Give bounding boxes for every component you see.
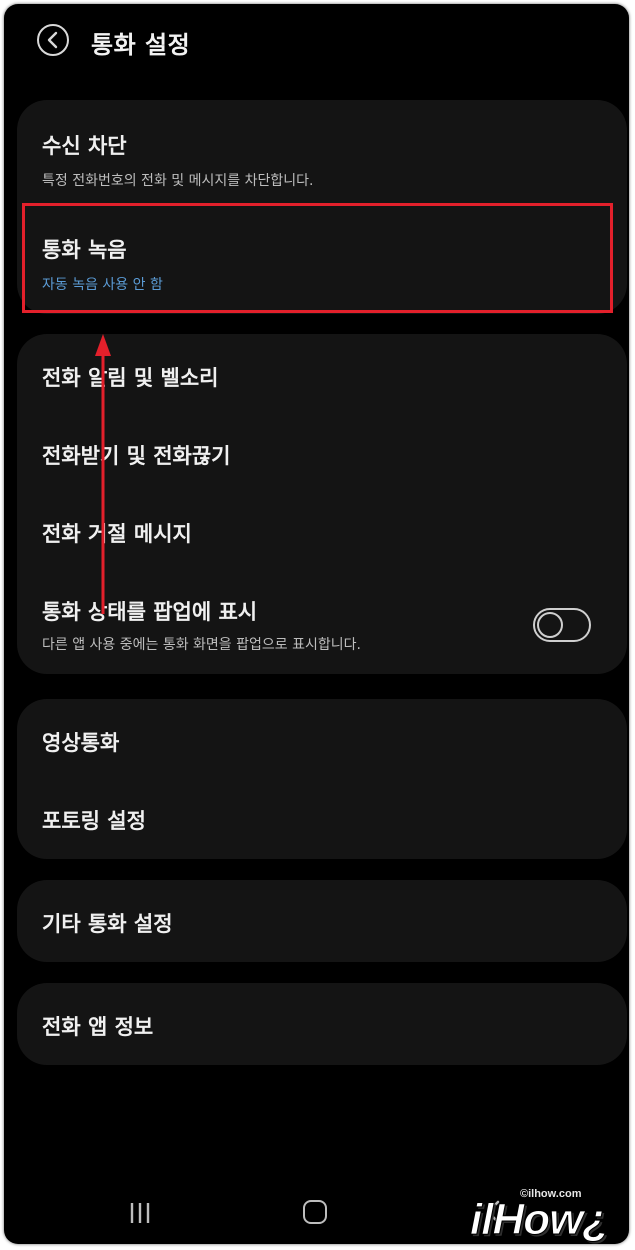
call-popup-item[interactable]: 통화 상태를 팝업에 표시 다른 앱 사용 중에는 통화 화면을 팝업으로 표시… <box>42 596 537 654</box>
photo-ring-item[interactable]: 포토링 설정 <box>42 805 607 835</box>
call-alert-ringtone-item[interactable]: 전화 알림 및 벨소리 <box>42 362 607 392</box>
settings-group-other: 기타 통화 설정 <box>17 880 627 962</box>
settings-group-about: 전화 앱 정보 <box>17 983 627 1065</box>
app-header: 통화 설정 <box>4 4 629 84</box>
call-alert-ringtone-title: 전화 알림 및 벨소리 <box>42 366 219 390</box>
phone-screen: 통화 설정 수신 차단 특정 전화번호의 전화 및 메시지를 차단합니다. 통화… <box>4 4 629 1244</box>
back-arrow-icon <box>47 31 58 49</box>
page-title: 통화 설정 <box>91 31 191 59</box>
other-call-settings-item[interactable]: 기타 통화 설정 <box>42 908 607 938</box>
photo-ring-title: 포토링 설정 <box>42 809 146 833</box>
call-blocking-item[interactable]: 수신 차단 특정 전화번호의 전화 및 메시지를 차단합니다. <box>42 130 607 190</box>
call-blocking-title: 수신 차단 <box>42 134 127 158</box>
settings-group-video: 영상통화 포토링 설정 <box>17 699 627 859</box>
watermark-brand: ilHow¿ <box>469 1195 609 1244</box>
call-popup-toggle[interactable] <box>533 608 591 642</box>
other-call-settings-title: 기타 통화 설정 <box>42 912 173 936</box>
video-call-item[interactable]: 영상통화 <box>42 727 607 757</box>
decline-messages-title: 전화 거절 메시지 <box>42 522 192 546</box>
call-blocking-subtitle: 특정 전화번호의 전화 및 메시지를 차단합니다. <box>42 173 314 189</box>
toggle-knob <box>537 612 563 638</box>
home-icon[interactable] <box>303 1200 327 1224</box>
annotation-arrow-icon <box>95 334 111 614</box>
about-phone-app-item[interactable]: 전화 앱 정보 <box>42 1011 607 1041</box>
watermark-logo: ©ilhow.com ilHow¿ <box>469 1188 629 1244</box>
recent-apps-icon[interactable] <box>128 1202 152 1224</box>
call-recording-highlight-box <box>22 203 613 313</box>
about-phone-app-title: 전화 앱 정보 <box>42 1015 154 1039</box>
decline-messages-item[interactable]: 전화 거절 메시지 <box>42 518 607 548</box>
call-popup-title: 통화 상태를 팝업에 표시 <box>42 600 258 624</box>
answer-end-calls-title: 전화받기 및 전화끊기 <box>42 444 231 468</box>
video-call-title: 영상통화 <box>42 731 120 755</box>
back-button[interactable] <box>37 24 69 56</box>
answer-end-calls-item[interactable]: 전화받기 및 전화끊기 <box>42 440 607 470</box>
call-popup-subtitle: 다른 앱 사용 중에는 통화 화면을 팝업으로 표시합니다. <box>42 637 361 653</box>
